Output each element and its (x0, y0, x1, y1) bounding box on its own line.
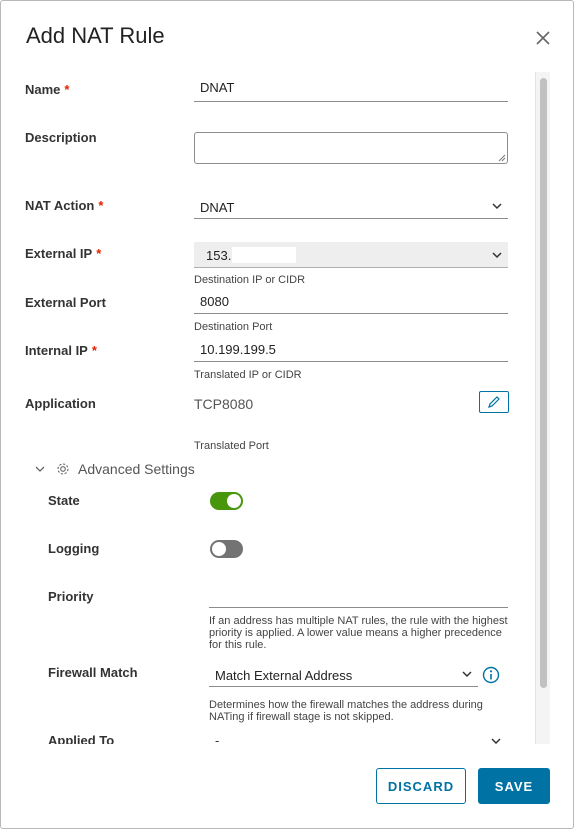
internal-ip-value: 10.199.199.5 (200, 342, 276, 357)
redacted-block (232, 247, 296, 263)
nat-action-label: NAT Action * (25, 198, 104, 213)
close-icon[interactable] (534, 29, 552, 47)
external-port-value: 8080 (200, 294, 229, 309)
firewall-match-value: Match External Address (215, 668, 353, 683)
state-toggle[interactable] (210, 492, 243, 510)
applied-to-value[interactable]: - (215, 733, 219, 744)
external-port-input[interactable]: 8080 (194, 290, 508, 314)
priority-label: Priority (48, 589, 94, 604)
external-ip-value: 153. (206, 248, 235, 263)
chevron-down-icon (491, 738, 501, 744)
logging-label: Logging (48, 541, 100, 556)
firewall-match-label: Firewall Match (48, 665, 138, 680)
internal-ip-input[interactable]: 10.199.199.5 (194, 338, 508, 362)
description-label: Description (25, 130, 97, 145)
scrollbar-thumb[interactable] (540, 78, 547, 688)
application-help: Translated Port (194, 440, 269, 452)
external-port-label: External Port (25, 295, 106, 310)
applied-to-label: Applied To (48, 733, 115, 744)
internal-ip-label: Internal IP * (25, 343, 97, 358)
resize-grip-icon[interactable] (498, 154, 506, 162)
logging-toggle[interactable] (210, 540, 243, 558)
edit-application-button[interactable] (479, 391, 509, 413)
nat-action-value: DNAT (200, 200, 235, 215)
priority-help: If an address has multiple NAT rules, th… (209, 615, 508, 651)
application-label: Application (25, 396, 96, 411)
name-label: Name * (25, 82, 70, 97)
nat-action-select[interactable]: DNAT (194, 195, 508, 219)
chevron-down-icon (492, 252, 502, 259)
external-port-help: Destination Port (194, 321, 273, 333)
priority-input[interactable] (209, 586, 508, 608)
firewall-match-help: Determines how the firewall matches the … (209, 699, 483, 723)
applied-to-row-clip: Applied To - (0, 732, 534, 744)
form-scrollbar[interactable] (535, 72, 550, 744)
pencil-icon (488, 396, 500, 408)
chevron-down-icon (462, 671, 472, 678)
external-ip-help: Destination IP or CIDR (194, 274, 306, 286)
chevron-down-icon (492, 203, 502, 210)
description-textarea[interactable] (194, 132, 508, 164)
name-input-value: DNAT (200, 80, 235, 95)
state-label: State (48, 493, 80, 508)
discard-button[interactable]: DISCARD (376, 768, 466, 804)
dialog-title: Add NAT Rule (26, 23, 165, 48)
firewall-match-select[interactable]: Match External Address (209, 663, 478, 687)
advanced-settings-toggle[interactable]: Advanced Settings (34, 460, 195, 478)
internal-ip-help: Translated IP or CIDR (194, 369, 302, 381)
name-input[interactable]: DNAT (194, 76, 508, 102)
info-icon[interactable] (482, 666, 500, 684)
chevron-down-icon (35, 466, 45, 472)
save-button[interactable]: SAVE (478, 768, 550, 804)
external-ip-label: External IP * (25, 246, 102, 261)
toggle-knob (227, 494, 241, 508)
external-ip-select[interactable]: 153. (194, 242, 508, 268)
toggle-knob (212, 542, 226, 556)
application-value: TCP8080 (194, 396, 254, 412)
advanced-settings-title: Advanced Settings (78, 461, 195, 477)
gear-icon (57, 463, 69, 475)
